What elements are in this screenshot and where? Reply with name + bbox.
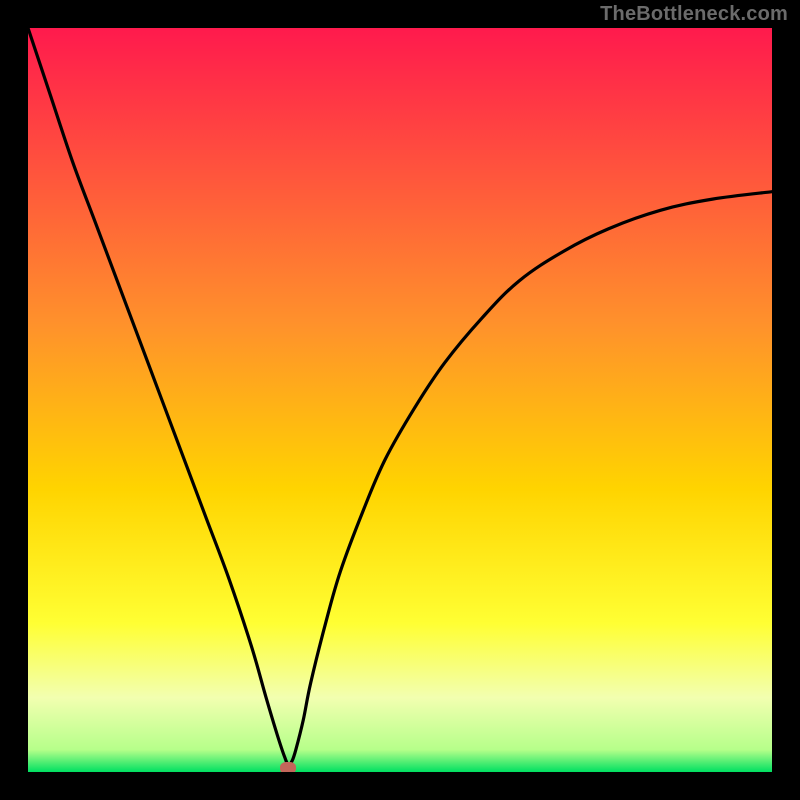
curve-layer	[28, 28, 772, 772]
optimum-marker	[280, 762, 296, 772]
plot-area	[28, 28, 772, 772]
bottleneck-curve	[28, 28, 772, 765]
chart-frame: TheBottleneck.com	[0, 0, 800, 800]
watermark-text: TheBottleneck.com	[600, 3, 788, 26]
